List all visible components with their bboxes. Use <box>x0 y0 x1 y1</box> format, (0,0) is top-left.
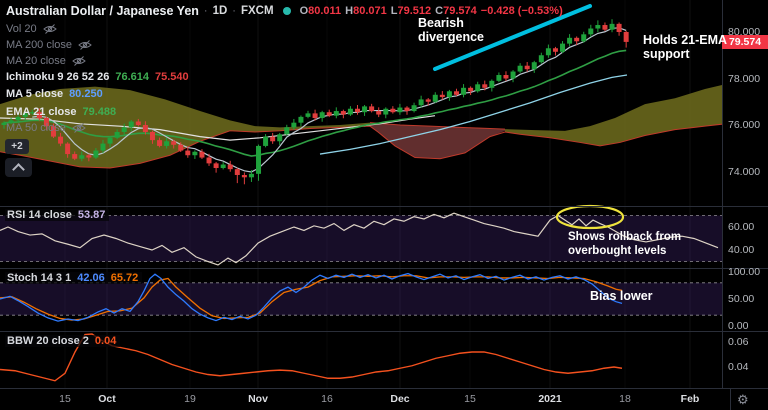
open-value: 80.011 <box>308 5 342 17</box>
open-label: O <box>299 5 309 17</box>
close-label: C <box>435 5 444 17</box>
ichimoku-label: Ichimoku 9 26 52 26 <box>6 70 110 83</box>
separator: · <box>232 5 236 17</box>
stoch-tick-label: 0.00 <box>728 320 749 332</box>
legend-row-ema21[interactable]: EMA 21 close 79.488 <box>6 105 116 118</box>
time-axis-label: 15 <box>464 393 476 405</box>
stoch-pane-legend[interactable]: Stoch 14 3 1 42.06 65.72 <box>5 272 143 284</box>
time-axis-label: Nov <box>248 393 268 405</box>
time-axis-label: 18 <box>619 393 631 405</box>
annotation-bearish-divergence[interactable]: Bearish divergence <box>418 16 484 44</box>
time-axis-label: 15 <box>59 393 71 405</box>
rsi-pane-legend[interactable]: RSI 14 close 53.87 <box>5 209 110 221</box>
stoch-tick-label: 100.00 <box>728 266 761 278</box>
ma20-label: MA 20 close <box>6 54 66 67</box>
price-axis[interactable]: 79.574 80.000 78.000 76.000 74.000 60.00 40.0… <box>722 0 768 388</box>
eye-off-icon[interactable] <box>42 23 57 35</box>
rsi-label: RSI 14 close <box>7 209 72 221</box>
bbw-value: 0.04 <box>94 335 117 347</box>
legend-row-ma20[interactable]: MA 20 close <box>6 54 86 67</box>
stoch-k-value: 42.06 <box>77 272 105 284</box>
chevron-up-icon <box>12 162 25 176</box>
chart-canvas[interactable] <box>0 0 768 410</box>
eye-off-icon[interactable] <box>78 39 92 51</box>
legend-row-ma50[interactable]: MA 50 close <box>6 121 86 134</box>
ichimoku-span-b-value: 75.540 <box>155 70 189 83</box>
legend-row-ichimoku[interactable]: Ichimoku 9 26 52 26 76.614 75.540 <box>6 70 189 83</box>
annotation-rollback[interactable]: Shows rollback from overbought levels <box>568 231 681 258</box>
stoch-d-value: 65.72 <box>110 272 139 284</box>
annotation-bias-lower[interactable]: Bias lower <box>590 289 653 304</box>
time-axis-label: 16 <box>321 393 333 405</box>
legend-row-volume[interactable]: Vol 20 <box>6 22 57 35</box>
rsi-value: 53.87 <box>77 209 106 221</box>
ema21-label: EMA 21 close <box>6 105 77 118</box>
interval-label[interactable]: 1D <box>213 5 228 17</box>
low-value: 79.512 <box>397 5 432 17</box>
ma5-label: MA 5 close <box>6 87 64 100</box>
bbw-tick-label: 0.06 <box>728 336 749 348</box>
eye-off-icon[interactable] <box>72 55 86 67</box>
ma5-value: 80.250 <box>69 87 103 100</box>
tradingview-chart-window: Australian Dollar / Japanese Yen · 1D · … <box>0 0 768 410</box>
bbw-pane-legend[interactable]: BBW 20 close 2 0.04 <box>5 335 121 347</box>
ma200-label: MA 200 close <box>6 38 73 51</box>
price-tick-label: 80.000 <box>728 26 761 38</box>
legend-row-ma200[interactable]: MA 200 close <box>6 38 92 51</box>
stoch-label: Stoch 14 3 1 <box>7 272 72 284</box>
rsi-tick-label: 60.00 <box>728 221 755 233</box>
collapse-legend-button[interactable] <box>5 158 32 177</box>
close-value: 79.574 <box>443 5 477 17</box>
market-status-dot <box>282 7 291 15</box>
settings-gear-icon[interactable]: ⚙ <box>737 392 749 408</box>
time-axis-label: Feb <box>680 393 700 405</box>
low-label: L <box>390 5 398 17</box>
price-tick-label: 76.000 <box>728 119 761 131</box>
more-indicators-badge[interactable]: +2 <box>5 139 29 154</box>
exchange-label[interactable]: FXCM <box>241 5 274 17</box>
ma50-label: MA 50 close <box>6 121 66 134</box>
time-axis[interactable]: ⚙ 15 Oct 19 Nov 16 Dec 15 2021 18 Feb <box>0 389 768 410</box>
axis-separator <box>730 389 731 410</box>
rsi-tick-label: 40.00 <box>728 244 755 256</box>
time-axis-label: 19 <box>184 393 196 405</box>
high-value: 80.071 <box>353 5 387 17</box>
bbw-tick-label: 0.04 <box>728 361 749 373</box>
time-axis-label: 2021 <box>538 393 562 405</box>
time-axis-label: Dec <box>390 393 410 405</box>
symbol-title[interactable]: Australian Dollar / Japanese Yen <box>6 4 199 18</box>
price-tick-label: 78.000 <box>728 72 761 85</box>
annotation-holds-ema-support[interactable]: Holds 21-EMA support <box>643 33 727 61</box>
bbw-label: BBW 20 close 2 <box>7 335 89 347</box>
eye-off-icon[interactable] <box>72 122 86 134</box>
change-value: −0.428 (−0.53%) <box>480 5 563 17</box>
separator: · <box>203 5 208 17</box>
high-label: H <box>345 5 354 17</box>
ema21-value: 79.488 <box>82 105 117 118</box>
ichimoku-span-a-value: 76.614 <box>115 70 149 83</box>
volume-label: Vol 20 <box>6 22 37 35</box>
chart-header: Australian Dollar / Japanese Yen · 1D · … <box>6 3 567 19</box>
stoch-tick-label: 50.00 <box>728 293 755 305</box>
time-axis-label: Oct <box>98 393 116 405</box>
price-tick-label: 74.000 <box>728 165 761 178</box>
legend-row-ma5[interactable]: MA 5 close 80.250 <box>6 87 103 100</box>
ohlc-values: O80.011 H80.071 L79.512 C79.574 −0.428 (−0.5… <box>300 5 567 17</box>
